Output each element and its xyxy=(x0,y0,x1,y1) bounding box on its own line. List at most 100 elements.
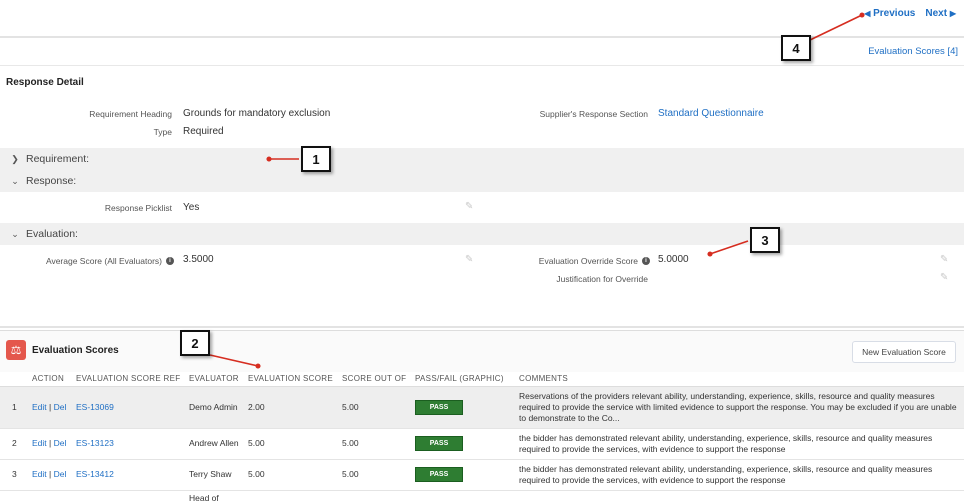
score-ref-link xyxy=(72,490,185,503)
row-actions xyxy=(28,490,72,503)
requirement-section-label: Requirement: xyxy=(26,153,90,165)
divider xyxy=(0,36,964,38)
column-header: SCORE OUT OF xyxy=(338,372,411,387)
table-row: Head of xyxy=(0,490,964,503)
evaluator-cell: Terry Shaw xyxy=(185,459,244,491)
requirement-section-header[interactable] xyxy=(0,148,964,170)
chevron-down-icon: ⌄ xyxy=(11,228,19,239)
score-cell: 5.00 xyxy=(244,459,338,491)
evaluation-toggle[interactable]: ⌄ Evaluation: xyxy=(10,228,78,240)
response-toggle[interactable]: ⌄ Response: xyxy=(10,175,76,187)
info-icon-wrap: i xyxy=(163,255,174,266)
callout-2: 2 xyxy=(180,330,210,356)
chevron-down-icon: ⌄ xyxy=(11,175,19,186)
response-section-label: Response: xyxy=(26,175,77,187)
out-of-cell: 5.00 xyxy=(338,386,411,429)
divider xyxy=(0,326,964,328)
evaluation-scores-table: ACTION EVALUATION SCORE REF EVALUATOR EV… xyxy=(0,372,964,503)
edit-link[interactable]: Edit xyxy=(32,402,47,412)
chevron-right-icon: ❯ xyxy=(11,153,19,164)
column-header: EVALUATOR xyxy=(185,372,244,387)
triangle-left-icon: ◀ xyxy=(864,9,871,18)
score-cell: 5.00 xyxy=(244,428,338,460)
response-picklist-value: Yes xyxy=(183,202,200,213)
type-value: Required xyxy=(183,126,224,137)
comments-cell: Reservations of the providers relevant a… xyxy=(515,386,964,429)
out-of-cell: 5.00 xyxy=(338,428,411,460)
record-pager: ◀ Previous Next ▶ xyxy=(864,8,956,19)
delete-link[interactable]: Del xyxy=(54,438,67,448)
suppliers-section-link[interactable]: Standard Questionnaire xyxy=(658,108,764,119)
score-ref-link[interactable]: ES-13069 xyxy=(72,386,185,429)
justification-label: Justification for Override xyxy=(556,274,648,284)
out-of-cell xyxy=(338,490,411,503)
row-number: 3 xyxy=(0,459,28,491)
override-score-label: Evaluation Override Score xyxy=(538,256,638,266)
delete-link[interactable]: Del xyxy=(54,469,67,479)
score-cell xyxy=(244,490,338,503)
score-cell: 2.00 xyxy=(244,386,338,429)
next-label: Next xyxy=(925,8,948,19)
info-icon[interactable]: i xyxy=(166,257,174,265)
related-list-header xyxy=(0,330,964,372)
response-picklist-label: Response Picklist xyxy=(104,203,172,213)
table-row: 2 Edit | Del ES-13123 Andrew Allen 5.00 … xyxy=(0,428,964,460)
evaluation-section-label: Evaluation: xyxy=(26,228,78,240)
score-ref-text[interactable]: ES-13123 xyxy=(76,438,114,448)
requirement-heading-value: Grounds for mandatory exclusion xyxy=(183,108,331,119)
callout-3: 3 xyxy=(750,227,780,253)
triangle-right-icon: ▶ xyxy=(949,9,956,18)
previous-label: Previous xyxy=(873,8,916,19)
info-icon[interactable]: i xyxy=(642,257,650,265)
evaluator-cell: Head of xyxy=(185,490,244,503)
scales-icon: ⚖ xyxy=(6,340,26,360)
comments-cell: the bidder has demonstrated relevant abi… xyxy=(515,428,964,460)
table-row: 1 Edit | Del ES-13069 Demo Admin 2.00 5.… xyxy=(0,386,964,429)
delete-link[interactable]: Del xyxy=(54,402,67,412)
previous-link[interactable]: ◀ Previous xyxy=(864,8,915,19)
score-ref-text[interactable]: ES-13412 xyxy=(76,469,114,479)
score-ref-link[interactable]: ES-13412 xyxy=(72,459,185,491)
pass-fail-cell xyxy=(411,490,515,503)
callout-4: 4 xyxy=(781,35,811,61)
column-header: ACTION xyxy=(28,372,72,387)
pencil-icon[interactable]: ✎ xyxy=(940,254,948,265)
table-row: 3 Edit | Del ES-13412 Terry Shaw 5.00 5.… xyxy=(0,459,964,491)
pencil-icon[interactable]: ✎ xyxy=(940,272,948,283)
column-header: EVALUATION SCORE xyxy=(244,372,338,387)
requirement-toggle[interactable]: ❯ Requirement: xyxy=(10,153,89,165)
edit-link[interactable]: Edit xyxy=(32,438,47,448)
row-actions: Edit | Del xyxy=(28,459,72,491)
score-ref-link[interactable]: ES-13123 xyxy=(72,428,185,460)
next-link[interactable]: Next ▶ xyxy=(925,8,956,19)
pass-fail-cell: PASS xyxy=(411,428,515,460)
row-number: 1 xyxy=(0,386,28,429)
row-number: 2 xyxy=(0,428,28,460)
average-score-value: 3.5000 xyxy=(183,254,214,265)
response-section-header[interactable] xyxy=(0,170,964,192)
callout-1: 1 xyxy=(301,146,331,172)
related-list-title: Evaluation Scores xyxy=(32,345,119,356)
pass-fail-cell: PASS xyxy=(411,459,515,491)
column-header-num xyxy=(0,372,28,387)
override-score-value: 5.0000 xyxy=(658,254,689,265)
info-icon-wrap: i xyxy=(639,255,650,266)
pass-badge: PASS xyxy=(415,436,463,451)
column-header: PASS/FAIL (GRAPHIC) xyxy=(411,372,515,387)
pass-badge: PASS xyxy=(415,399,463,415)
evaluation-section-header[interactable] xyxy=(0,223,964,245)
pencil-icon[interactable]: ✎ xyxy=(465,201,473,212)
section-title: Response Detail xyxy=(6,77,84,88)
evaluation-scores-link[interactable]: Evaluation Scores [4] xyxy=(868,46,958,57)
divider xyxy=(0,65,964,66)
comments-cell xyxy=(515,490,964,503)
pass-fail-cell: PASS xyxy=(411,386,515,429)
out-of-cell: 5.00 xyxy=(338,459,411,491)
score-ref-text[interactable]: ES-13069 xyxy=(76,402,114,412)
row-actions: Edit | Del xyxy=(28,428,72,460)
edit-link[interactable]: Edit xyxy=(32,469,47,479)
comments-cell: the bidder has demonstrated relevant abi… xyxy=(515,459,964,491)
type-label: Type xyxy=(153,127,172,137)
new-evaluation-score-button[interactable]: New Evaluation Score xyxy=(852,341,956,363)
pencil-icon[interactable]: ✎ xyxy=(465,254,473,265)
